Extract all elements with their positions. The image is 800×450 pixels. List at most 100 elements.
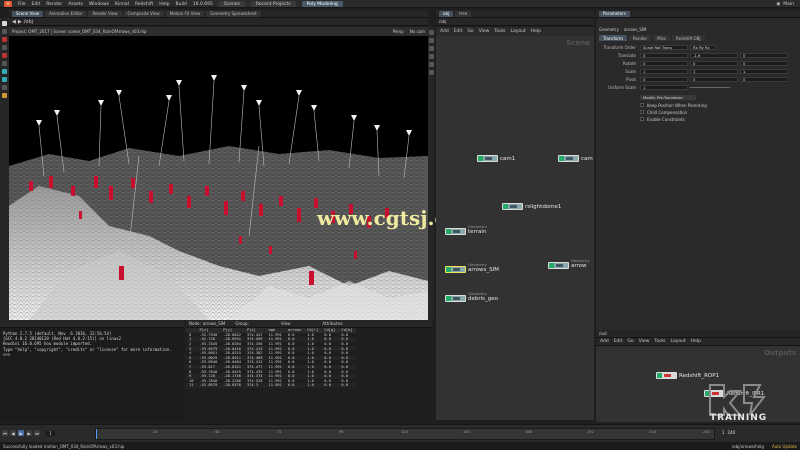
translate-x-field[interactable]: 0: [640, 52, 688, 58]
rotate-tool-icon[interactable]: [2, 37, 7, 42]
pivot-y-field[interactable]: 0: [690, 76, 738, 82]
net-menu-edit[interactable]: Edit: [454, 29, 463, 34]
persp-menu[interactable]: Persp: [393, 29, 404, 34]
outputs-path[interactable]: /out: [599, 331, 607, 336]
node-arrows-sim[interactable]: Geometry arrows_SIM: [445, 262, 499, 273]
auto-update-toggle[interactable]: Auto Update: [772, 444, 797, 449]
child-compensation-checkbox[interactable]: [640, 110, 644, 114]
transform-order-menu[interactable]: Scale Rot Trans: [640, 44, 688, 50]
spreadsheet-node-value[interactable]: arrows_SIM: [203, 321, 226, 326]
scene-viewport[interactable]: 86fps: [9, 36, 428, 320]
enable-constraints-checkbox[interactable]: [640, 117, 644, 121]
table-row[interactable]: 6 -93.0940 -28.0484 374.412 11.991 0.0 1.0 0.0 0…: [186, 360, 356, 365]
rotate-y-field[interactable]: 0: [690, 60, 738, 66]
camera-tool-icon[interactable]: [2, 85, 7, 90]
view-tool-icon[interactable]: [2, 69, 7, 74]
network-path[interactable]: /obj: [439, 19, 446, 24]
pose-tool-icon[interactable]: [2, 61, 7, 66]
out-menu-layout[interactable]: Layout: [670, 339, 685, 344]
desktop-tab-scenes[interactable]: Scenes: [218, 1, 245, 7]
go-start-icon[interactable]: ⏮: [2, 430, 8, 436]
out-menu-go[interactable]: Go: [627, 339, 633, 344]
snap-icon[interactable]: [2, 77, 7, 82]
table-row[interactable]: 10 -93.7840 -28.2286 374.528 11.991 0.0 1.0 0.0…: [186, 379, 356, 384]
background-icon[interactable]: [428, 62, 434, 67]
menu-edit[interactable]: Edit: [32, 2, 41, 7]
menu-assets[interactable]: Assets: [68, 2, 83, 7]
node-rslightdome1[interactable]: rslightdome1: [502, 203, 561, 210]
table-row[interactable]: 2 -93.7845 -28.8284 374.356 11.991 0.0 1.0 0.0 0…: [186, 342, 356, 347]
menu-render[interactable]: Render: [46, 2, 62, 7]
spreadsheet-view-menu[interactable]: View: [281, 321, 291, 326]
display-options-icon[interactable]: [428, 30, 434, 35]
select-tool-icon[interactable]: [2, 21, 7, 26]
step-forward-icon[interactable]: ▶: [26, 430, 32, 436]
tab-motion-fx-view[interactable]: Motion FX View: [165, 10, 205, 17]
user-area[interactable]: ◉ Main: [776, 1, 794, 7]
pivot-z-field[interactable]: 0: [740, 76, 788, 82]
menu-file[interactable]: File: [18, 2, 26, 7]
handle-tool-icon[interactable]: [2, 53, 7, 58]
tab-geometry-spreadsheet[interactable]: Geometry Spreadsheet: [206, 10, 261, 17]
params-tab-misc[interactable]: Misc: [653, 35, 671, 41]
tab-parameters[interactable]: Parameters: [599, 10, 630, 17]
lighting-icon[interactable]: [428, 54, 434, 59]
scale-x-field[interactable]: 1: [640, 68, 688, 74]
table-row[interactable]: 3 -93.0579 -28.0416 374.413 11.991 0.0 1.0 0.0 0…: [186, 346, 356, 351]
table-row[interactable]: 11 -92.8579 -28.8576 374.3 11.991 0.0 1.0 0.0 0.…: [186, 383, 356, 388]
tab-animation-editor[interactable]: Animation Editor: [44, 10, 87, 17]
table-row[interactable]: 8 -93.7840 -28.0425 374.435 11.991 0.0 1.0 0.0 0…: [186, 369, 356, 374]
menu-help[interactable]: Help: [159, 2, 169, 7]
params-tab-redshift[interactable]: Redshift OBJ: [672, 35, 705, 41]
tab-scene-view[interactable]: Scene View: [12, 10, 43, 17]
start-frame-field[interactable]: 1: [722, 430, 725, 435]
pivot-x-field[interactable]: 0: [640, 76, 688, 82]
table-row[interactable]: 1 -92.728 -28.0931 374.509 11.991 0.0 1.0 0.0 0.…: [186, 337, 356, 342]
tab-render-view[interactable]: Render View: [88, 10, 122, 17]
rotate-x-field[interactable]: 0: [640, 60, 688, 66]
params-tab-transform[interactable]: Transform: [599, 35, 627, 41]
shaded-icon[interactable]: [428, 46, 434, 51]
node-redshift-rop1[interactable]: Redshift_ROP1: [656, 372, 719, 379]
geometry-spreadsheet[interactable]: P[x] P[y] P[z] age arrows Cd[r] Cd[g] Cd…: [186, 328, 432, 422]
translate-y-field[interactable]: -1.9: [690, 52, 738, 58]
forward-icon[interactable]: ▶: [18, 19, 22, 25]
node-terrain[interactable]: Geometry terrain: [445, 224, 487, 235]
modify-pre-transform-button[interactable]: Modify Pre-Transform: [640, 94, 696, 100]
net-menu-view[interactable]: View: [479, 29, 490, 34]
scale-tool-icon[interactable]: [2, 45, 7, 50]
grid-icon[interactable]: [428, 70, 434, 75]
out-menu-edit[interactable]: Edit: [614, 339, 623, 344]
table-row[interactable]: 7 -93.817 -28.0321 374.477 11.991 0.0 1.0 0.0 0.…: [186, 364, 356, 370]
go-end-icon[interactable]: ⏭: [34, 430, 40, 436]
timeline-ruler[interactable]: 24 48 72 96 120 144 168 192 216 240: [95, 428, 715, 440]
keep-position-checkbox[interactable]: [640, 103, 644, 107]
python-shell[interactable]: Python 2.7.5 (default, Nov 6 2016, 12:56…: [0, 328, 184, 422]
net-menu-go[interactable]: Go: [467, 29, 473, 34]
net-menu-add[interactable]: Add: [440, 29, 449, 34]
step-back-icon[interactable]: ◀: [10, 430, 16, 436]
end-frame-field[interactable]: 240: [728, 430, 736, 435]
uniform-scale-slider[interactable]: [690, 86, 730, 88]
rotate-z-field[interactable]: 0: [740, 60, 788, 66]
move-tool-icon[interactable]: [2, 29, 7, 34]
table-row[interactable]: 4 -93.0051 -28.0215 374.382 11.991 0.0 1.0 0.0 0…: [186, 351, 356, 356]
tab-network[interactable]: obj: [439, 10, 454, 17]
out-menu-tools[interactable]: Tools: [654, 339, 665, 344]
menu-windows[interactable]: Windows: [89, 2, 109, 7]
desktop-tab-recent[interactable]: Recent Projects: [250, 1, 296, 7]
current-frame-field[interactable]: 1: [46, 430, 55, 436]
menu-redshift[interactable]: Redshift: [135, 2, 153, 7]
light-tool-icon[interactable]: [2, 93, 7, 98]
back-icon[interactable]: ◀: [12, 19, 16, 25]
network-editor[interactable]: Scene cam1 cam rslightdome1 Geometry ter…: [436, 36, 594, 420]
net-menu-help[interactable]: Help: [531, 29, 541, 34]
params-node-name[interactable]: arrows_SIM: [624, 27, 647, 32]
scale-y-field[interactable]: 1: [690, 68, 738, 74]
play-icon[interactable]: ▶: [18, 430, 24, 436]
out-menu-view[interactable]: View: [639, 339, 650, 344]
net-menu-layout[interactable]: Layout: [510, 29, 525, 34]
table-row[interactable]: 5 -93.0029 -28.8911 374.469 11.991 0.0 1.0 0.0 0…: [186, 355, 356, 361]
tab-composite-view[interactable]: Composite View: [123, 10, 164, 17]
desktop-tab-poly-modeling[interactable]: Poly Modeling: [301, 1, 343, 7]
